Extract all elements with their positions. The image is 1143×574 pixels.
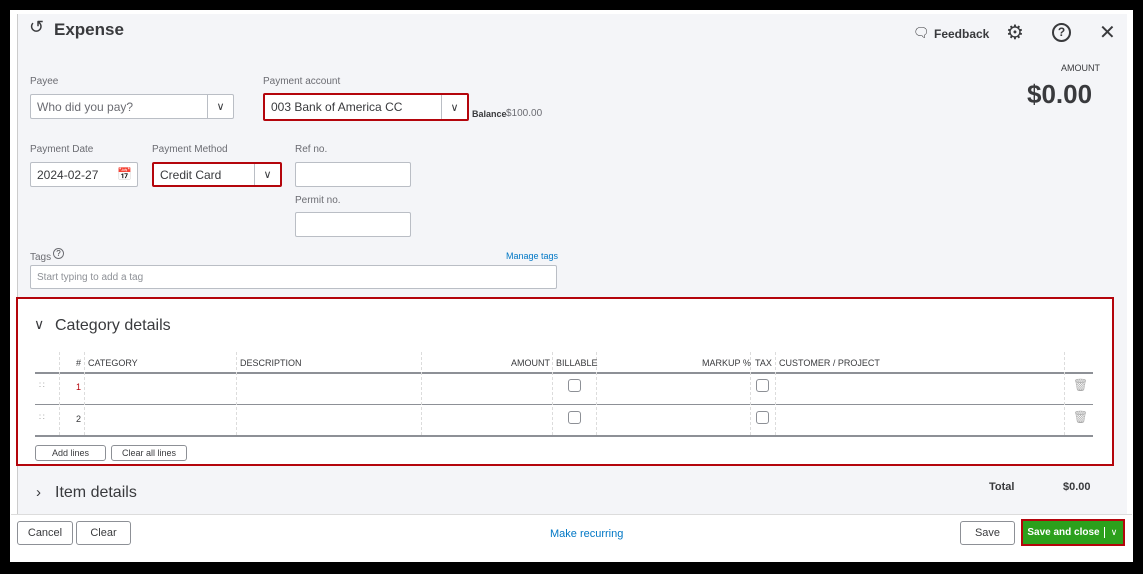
tags-placeholder: Start typing to add a tag (37, 271, 144, 283)
payment-method-select[interactable]: Credit Card ∨ (152, 162, 282, 187)
save-button[interactable]: Save (960, 521, 1015, 545)
row-number: 1 (76, 382, 82, 392)
chevron-down-icon[interactable]: ∨ (441, 95, 467, 119)
method-value: Credit Card (160, 167, 222, 182)
drag-handle-icon[interactable]: ∷ (39, 380, 45, 391)
row-number: 2 (76, 414, 82, 424)
chevron-right-icon[interactable]: › (36, 484, 41, 501)
make-recurring-link[interactable]: Make recurring (550, 528, 623, 540)
item-details-title[interactable]: Item details (55, 484, 137, 502)
chevron-down-icon[interactable]: ∨ (34, 316, 44, 333)
payee-placeholder: Who did you pay? (37, 99, 134, 114)
column-divider (775, 352, 776, 435)
column-divider (552, 352, 553, 435)
chevron-down-icon[interactable]: ∨ (254, 164, 280, 185)
column-divider (421, 352, 422, 435)
clear-all-lines-button[interactable]: Clear all lines (111, 445, 187, 461)
amount-value: $0.00 (1027, 79, 1093, 109)
page-title: Expense (54, 20, 124, 39)
date-label: Payment Date (30, 144, 94, 155)
cancel-button[interactable]: Cancel (17, 521, 73, 545)
chevron-down-icon[interactable]: ∨ (207, 95, 233, 118)
history-icon[interactable]: ↺ (29, 17, 44, 38)
table-header-line (35, 372, 1093, 374)
drag-handle-icon[interactable]: ∷ (39, 412, 45, 423)
account-label: Payment account (263, 76, 341, 87)
save-and-close-button[interactable]: Save and close (1023, 527, 1104, 538)
column-divider (1064, 352, 1065, 435)
chevron-down-icon[interactable]: ∨ (1104, 527, 1123, 538)
tags-input[interactable]: Start typing to add a tag (30, 265, 557, 289)
permit-label: Permit no. (295, 195, 341, 206)
column-header-billable: BILLABLE (556, 358, 598, 368)
column-header-tax: TAX (755, 358, 772, 368)
category-details-section (16, 297, 1114, 466)
save-and-close-split-button: Save and close ∨ (1021, 519, 1125, 546)
feedback-icon[interactable]: 🗨 (913, 25, 930, 41)
balance-label: Balance (472, 109, 507, 119)
category-details-title[interactable]: Category details (55, 317, 171, 335)
column-header-amount[interactable]: AMOUNT (511, 358, 550, 368)
tags-help-icon[interactable]: ? (53, 248, 64, 259)
column-header-markup[interactable]: MARKUP % (702, 358, 751, 368)
permit-no-input[interactable] (295, 212, 411, 237)
method-label: Payment Method (152, 144, 228, 155)
clear-button[interactable]: Clear (76, 521, 131, 545)
tags-label: Tags (30, 252, 52, 263)
date-value: 2024-02-27 (37, 167, 99, 182)
column-header-category[interactable]: CATEGORY (88, 358, 138, 368)
gear-icon[interactable]: ⚙ (1006, 20, 1024, 45)
manage-tags-link[interactable]: Manage tags (506, 251, 558, 261)
column-divider (236, 352, 237, 435)
feedback-button[interactable]: Feedback (934, 27, 989, 41)
payee-select[interactable]: Who did you pay? ∨ (30, 94, 234, 119)
payment-account-select[interactable]: 003 Bank of America CC ∨ (263, 93, 469, 121)
ref-label: Ref no. (295, 144, 328, 155)
payee-label: Payee (30, 76, 59, 87)
tax-checkbox[interactable] (756, 379, 769, 392)
column-header-number: # (76, 358, 82, 368)
ref-no-input[interactable] (295, 162, 411, 187)
column-divider (84, 352, 85, 435)
total-label: Total (989, 481, 1015, 493)
trash-icon[interactable]: 🗑 (1073, 410, 1088, 424)
account-value: 003 Bank of America CC (271, 100, 403, 114)
amount-label: AMOUNT (1061, 63, 1100, 73)
row-divider (35, 404, 1093, 405)
balance-value: $100.00 (506, 108, 543, 119)
billable-checkbox[interactable] (568, 379, 581, 392)
column-header-description[interactable]: DESCRIPTION (240, 358, 302, 368)
calendar-icon[interactable]: 📅 (117, 167, 132, 181)
total-value: $0.00 (1063, 481, 1091, 493)
add-lines-button[interactable]: Add lines (35, 445, 106, 461)
column-divider (59, 352, 60, 435)
trash-icon[interactable]: 🗑 (1073, 378, 1088, 392)
table-bottom-line (35, 435, 1093, 437)
tax-checkbox[interactable] (756, 411, 769, 424)
column-header-customer-project[interactable]: CUSTOMER / PROJECT (779, 358, 880, 368)
billable-checkbox[interactable] (568, 411, 581, 424)
payment-date-input[interactable]: 2024-02-27 📅 (30, 162, 138, 187)
close-icon[interactable]: ✕ (1099, 20, 1116, 45)
help-icon[interactable]: ? (1052, 23, 1071, 42)
